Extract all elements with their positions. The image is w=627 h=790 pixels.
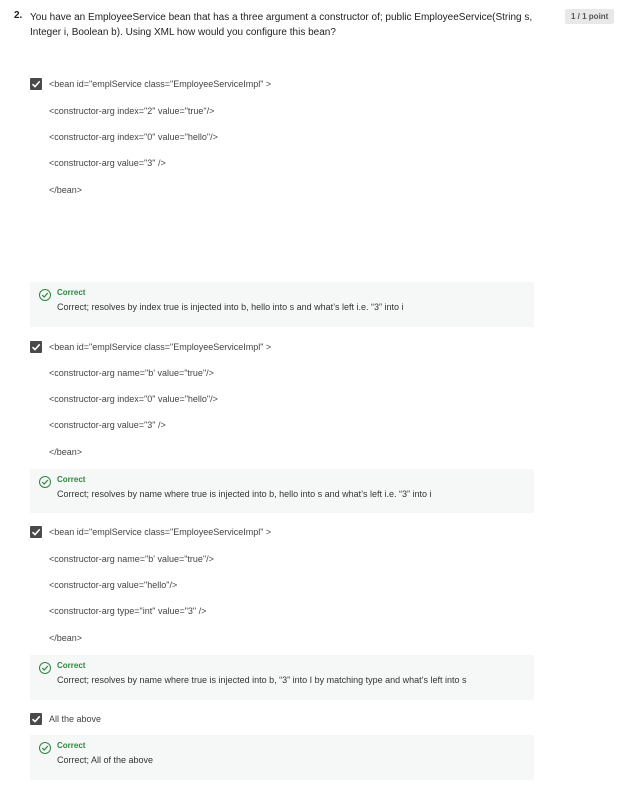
feedback-text: Correct; resolves by index true is injec… [57,302,404,312]
checkbox-checked-icon[interactable] [30,713,42,725]
feedback-title: Correct [57,661,86,670]
option-3-line-4: <constructor-arg type="int" value="3" /> [49,606,207,616]
feedback-title: Correct [57,475,86,484]
option-3-line-1: <bean id="emplService class="EmployeeSer… [49,527,272,537]
feedback-box-4: Correct Correct; All of the above [30,735,534,780]
option-3-line-2: <constructor-arg name="b' value="true"/> [49,554,214,564]
points-badge: 1 / 1 point [565,9,615,24]
feedback-box-1: Correct Correct; resolves by index true … [30,282,534,327]
question-number: 2. [14,10,23,21]
option-2-line-4: <constructor-arg value="3" /> [49,420,166,430]
option-1-line-1: <bean id="emplService class="EmployeeSer… [49,79,272,89]
option-1-line-5: </bean> [49,185,83,195]
option-2-line-2: <constructor-arg name="b' value="true"/> [49,368,214,378]
checkbox-checked-icon[interactable] [30,341,42,353]
check-circle-icon [39,742,51,754]
checkbox-checked-icon[interactable] [30,526,42,538]
option-3-line-3: <constructor-arg value="hello"/> [49,580,178,590]
feedback-box-2: Correct Correct; resolves by name where … [30,469,534,513]
feedback-text: Correct; resolves by name where true is … [57,489,432,499]
checkbox-checked-icon[interactable] [30,78,42,90]
feedback-text: Correct; All of the above [57,755,154,765]
option-2-line-5: </bean> [49,447,83,457]
check-circle-icon [39,662,51,674]
option-2-line-1: <bean id="emplService class="EmployeeSer… [49,342,272,352]
option-3-line-5: </bean> [49,633,83,643]
option-1-line-4: <constructor-arg value="3" /> [49,158,166,168]
feedback-text: Correct; resolves by name where true is … [57,675,467,685]
option-1-line-3: <constructor-arg index="0" value="hello"… [49,132,218,142]
check-circle-icon [39,476,51,488]
feedback-title: Correct [57,741,86,750]
option-4-label: All the above [49,714,102,724]
option-2-line-3: <constructor-arg index="0" value="hello"… [49,394,218,404]
feedback-box-3: Correct Correct; resolves by name where … [30,655,534,700]
feedback-title: Correct [57,288,86,297]
check-circle-icon [39,289,51,301]
question-text: You have an EmployeeService bean that ha… [30,12,533,38]
option-1-line-2: <constructor-arg index="2" value="true"/… [49,106,215,116]
